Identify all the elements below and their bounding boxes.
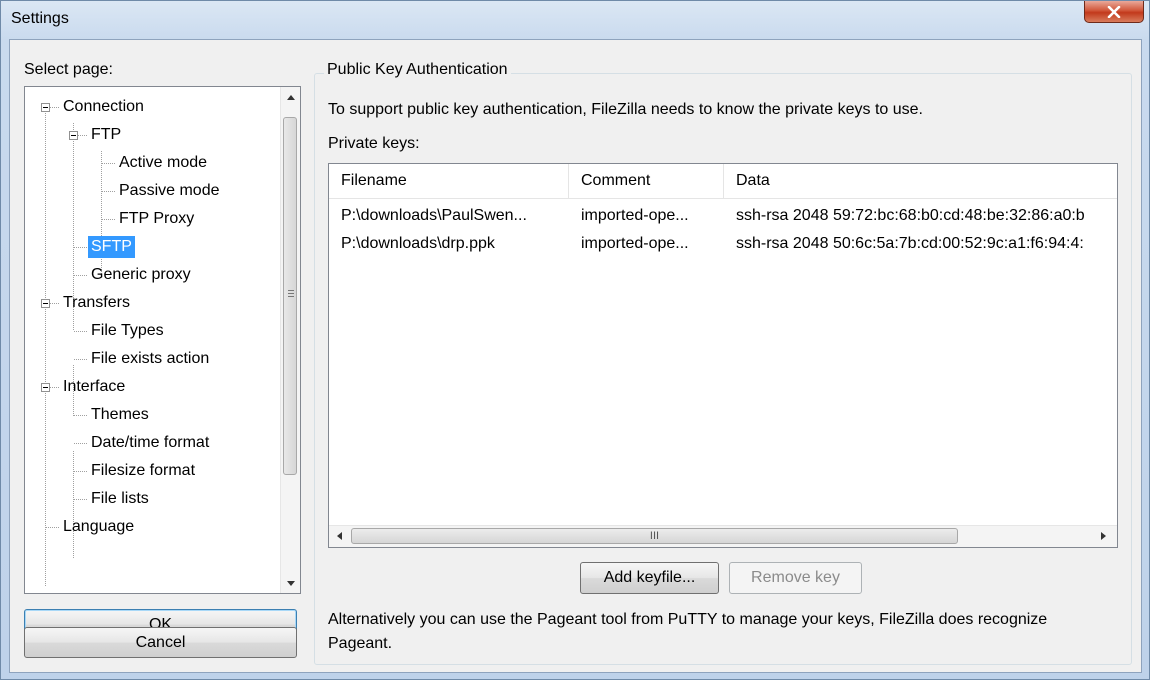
tree-item-file-lists[interactable]: File lists	[88, 488, 152, 510]
scroll-right-arrow-icon[interactable]	[1101, 532, 1106, 540]
tree-item-passive-mode[interactable]: Passive mode	[116, 180, 223, 202]
remove-key-label: Remove key	[751, 569, 840, 586]
close-button[interactable]	[1084, 1, 1144, 23]
settings-window: Settings Select page: Connection FTP Act…	[0, 0, 1150, 680]
column-comment[interactable]: Comment	[569, 164, 724, 198]
title-bar[interactable]: Settings	[1, 1, 1149, 39]
tree-item-file-exists-action[interactable]: File exists action	[88, 348, 212, 370]
tree-item-transfers[interactable]: Transfers	[60, 292, 133, 314]
expander-ftp-icon[interactable]	[69, 131, 78, 140]
cell-data: ssh-rsa 2048 59:72:bc:68:b0:cd:48:be:32:…	[736, 207, 1085, 224]
tree-item-interface[interactable]: Interface	[60, 376, 128, 398]
tree-item-themes[interactable]: Themes	[88, 404, 152, 426]
pageant-info-text: Alternatively you can use the Pageant to…	[328, 611, 1048, 652]
cell-comment: imported-ope...	[581, 235, 689, 252]
cell-filename: P:\downloads\PaulSwen...	[341, 207, 527, 224]
tree-item-active-mode[interactable]: Active mode	[116, 152, 210, 174]
settings-page-tree[interactable]: Connection FTP Active mode Passive mode …	[24, 86, 301, 594]
tree-item-ftp-proxy[interactable]: FTP Proxy	[116, 208, 197, 230]
table-row[interactable]: P:\downloads\PaulSwen... imported-ope...…	[329, 202, 1117, 230]
cell-data: ssh-rsa 2048 50:6c:5a:7b:cd:00:52:9c:a1:…	[736, 235, 1084, 252]
cancel-button[interactable]: Cancel	[24, 627, 297, 658]
window-title: Settings	[11, 10, 69, 27]
scroll-down-arrow-icon[interactable]	[287, 581, 295, 586]
remove-key-button[interactable]: Remove key	[729, 562, 862, 594]
tree-vertical-scrollbar[interactable]	[280, 87, 300, 593]
expander-transfers-icon[interactable]	[41, 299, 50, 308]
column-data[interactable]: Data	[724, 164, 1117, 198]
select-page-label: Select page:	[24, 61, 113, 78]
column-filename[interactable]: Filename	[329, 164, 569, 198]
add-keyfile-button[interactable]: Add keyfile...	[580, 562, 719, 594]
scroll-left-arrow-icon[interactable]	[337, 532, 342, 540]
description-text: To support public key authentication, Fi…	[328, 101, 923, 118]
close-icon	[1107, 5, 1121, 18]
dialog-client-area: Select page: Connection FTP Active mode …	[9, 39, 1142, 673]
scroll-grip-icon	[288, 290, 294, 297]
group-title: Public Key Authentication	[324, 61, 511, 79]
scroll-up-arrow-icon[interactable]	[287, 95, 295, 100]
expander-interface-icon[interactable]	[41, 383, 50, 392]
tree-item-language[interactable]: Language	[60, 516, 137, 538]
tree-item-date-time-format[interactable]: Date/time format	[88, 432, 212, 454]
private-keys-list[interactable]: Filename Comment Data P:\downloads\PaulS…	[328, 163, 1118, 548]
list-scroll-thumb[interactable]: III	[351, 528, 958, 544]
cancel-button-label: Cancel	[135, 633, 186, 651]
add-keyfile-label: Add keyfile...	[603, 569, 696, 586]
private-keys-label: Private keys:	[328, 135, 420, 152]
tree-scroll-thumb[interactable]	[283, 117, 297, 475]
tree-item-filesize-format[interactable]: Filesize format	[88, 460, 198, 482]
tree-item-connection[interactable]: Connection	[60, 96, 147, 118]
tree-item-ftp[interactable]: FTP	[88, 124, 124, 146]
list-header: Filename Comment Data	[329, 164, 1117, 199]
tree-item-generic-proxy[interactable]: Generic proxy	[88, 264, 194, 286]
scroll-grip: III	[649, 530, 660, 542]
tree-item-file-types[interactable]: File Types	[88, 320, 167, 342]
expander-connection-icon[interactable]	[41, 103, 50, 112]
list-horizontal-scrollbar[interactable]: III	[329, 525, 1117, 547]
table-row[interactable]: P:\downloads\drp.ppk imported-ope... ssh…	[329, 230, 1117, 258]
cell-comment: imported-ope...	[581, 207, 689, 224]
tree-item-sftp[interactable]: SFTP	[88, 236, 135, 258]
cell-filename: P:\downloads\drp.ppk	[341, 235, 495, 252]
